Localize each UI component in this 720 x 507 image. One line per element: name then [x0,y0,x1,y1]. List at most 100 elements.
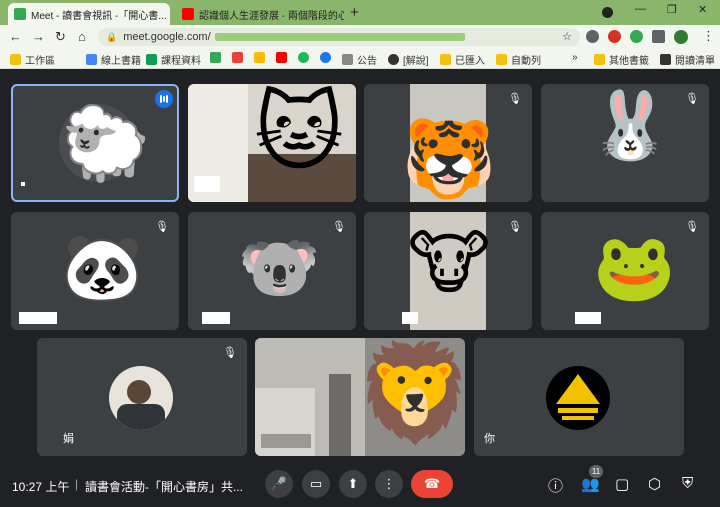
participant-tile[interactable]: 🐑 [11,84,179,202]
bookmark-item[interactable]: 已匯入 [440,52,485,67]
tab-meet[interactable]: Meet - 讀書會視訊 -「開心書... × [8,3,170,25]
facebook-icon [320,52,331,63]
camera-icon: ▭ [309,476,323,491]
bookmark-item[interactable]: 線上書籍 [86,52,141,67]
frog-avatar-icon: 🐸 [593,230,676,304]
extension-icon[interactable] [586,30,599,43]
participant-tile[interactable]: 🐯 🎙 [364,84,532,202]
cat-avatar-icon: 🐱 [254,85,344,181]
participant-tile[interactable]: 🎙 娟 [37,338,247,456]
end-call-button[interactable]: ☎ [411,470,453,498]
bookmark-item[interactable] [320,52,335,63]
bookmark-item[interactable] [254,52,269,63]
participant-count-badge: 11 [589,465,603,478]
bookmark-item[interactable] [298,52,313,63]
more-options-button[interactable]: ⋮ [375,470,403,498]
avatar [109,366,173,430]
school-logo-avatar [546,366,610,430]
maximize-button[interactable]: ❐ [667,3,677,16]
bookmark-item[interactable]: 課程資料 [146,52,201,67]
extension-icon[interactable] [608,30,621,43]
minimize-button[interactable]: — [635,3,646,15]
folder-icon [10,54,21,65]
rabbit-avatar-icon: 🐰 [589,88,672,162]
meeting-details-icon[interactable]: ⓘ [548,475,563,496]
mic-off-icon: 🎙 [685,221,699,233]
activities-icon[interactable]: ⬡ [648,475,661,493]
redacted-url [214,33,465,41]
microphone-icon: 🎤 [270,476,288,491]
reload-icon[interactable]: ↻ [55,29,66,45]
participant-tile[interactable]: 🐱 [188,84,356,202]
participant-tile[interactable]: 🐮 🎙 [364,212,532,330]
mic-off-icon: 🎙 [223,347,237,359]
close-window-button[interactable]: ✕ [698,3,707,16]
bookmarks-bar: 工作區 線上書籍 課程資料 公告 [解說] 已匯入 自動列 » 其他書籤 閱讀清… [0,49,720,69]
meet-control-bar: 10:27 上午 | 讀書會活動-「開心書房」共... 🎤 ▭ ⬆ ⋮ ☎ ⓘ … [0,460,720,507]
meeting-title: 讀書會活動-「開心書房」共... [85,480,243,494]
name-label [261,434,311,448]
speaking-indicator-icon [155,90,173,108]
present-screen-button[interactable]: ⬆ [339,470,367,498]
sheet-icon [146,54,157,65]
reading-list-icon [660,54,671,65]
bookmark-item[interactable]: 自動列 [496,52,541,67]
bookmark-item[interactable]: 工作區 [10,52,55,67]
name-label [21,182,25,186]
address-bar[interactable]: 🔒 meet.google.com/ ☆ [98,28,580,46]
bookmark-item[interactable]: 公告 [342,52,377,67]
browser-menu-icon[interactable]: ⋮ [702,28,715,44]
drive-extension-icon[interactable] [630,30,643,43]
separator: | [75,477,79,491]
spotify-icon [298,52,309,63]
participant-tile[interactable]: 🐰 🎙 [541,84,709,202]
app-icon [210,52,221,63]
home-icon[interactable]: ⌂ [78,29,86,44]
avatar[interactable] [674,30,688,44]
lion-avatar-icon: 🦁 [355,340,465,447]
close-tab-icon[interactable]: × [167,9,170,20]
gmail-icon [232,52,243,63]
participant-tile[interactable]: 🐨 🎙 [188,212,356,330]
bookmark-item[interactable]: 其他書籤 [594,52,649,67]
forward-icon[interactable]: → [32,29,45,44]
github-icon [388,54,399,65]
bookmark-star-icon[interactable]: ☆ [562,30,572,43]
camera-button[interactable]: ▭ [302,470,330,498]
maps-icon [254,52,265,63]
participant-tile[interactable]: 🐼 🎙 [11,212,179,330]
bookmark-item[interactable]: 閱讀清單 [660,52,715,67]
mic-off-icon: 🎙 [508,221,522,233]
bookmark-item[interactable]: [解說] [388,52,429,67]
folder-icon [594,54,605,65]
new-tab-button[interactable]: + [350,4,359,21]
youtube-favicon-icon [182,8,194,20]
bookmarks-overflow-icon[interactable]: » [572,52,578,63]
puzzle-extensions-icon[interactable] [652,30,665,43]
url-text: meet.google.com/ [123,31,211,43]
back-icon[interactable]: ← [9,29,22,44]
mic-off-icon: 🎙 [332,221,346,233]
self-name-label: 你 [484,433,495,445]
tab-youtube[interactable]: 認識個人生涯發展 - 兩個階段的心... × [176,3,344,25]
cow-avatar-icon: 🐮 [407,224,491,302]
participant-tile[interactable]: 你 [474,338,684,456]
folder-icon [496,54,507,65]
hang-up-icon: ☎ [423,476,441,491]
folder-icon [440,54,451,65]
profile-menu-icon[interactable] [602,7,613,18]
present-icon: ⬆ [347,476,359,491]
chat-icon[interactable]: ▢ [615,475,629,493]
youtube-icon [276,52,287,63]
host-controls-icon[interactable]: ⛨ [682,475,693,492]
bookmark-item[interactable] [276,52,291,63]
microphone-button[interactable]: 🎤 [265,470,293,498]
name-label [194,176,220,192]
bookmark-item[interactable] [232,52,247,63]
participant-tile[interactable]: 🦁 [255,338,465,456]
participant-tile[interactable]: 🐸 🎙 [541,212,709,330]
mic-off-icon: 🎙 [508,93,522,105]
bookmark-item[interactable] [210,52,225,63]
mic-off-icon: 🎙 [685,93,699,105]
name-label [19,312,57,324]
